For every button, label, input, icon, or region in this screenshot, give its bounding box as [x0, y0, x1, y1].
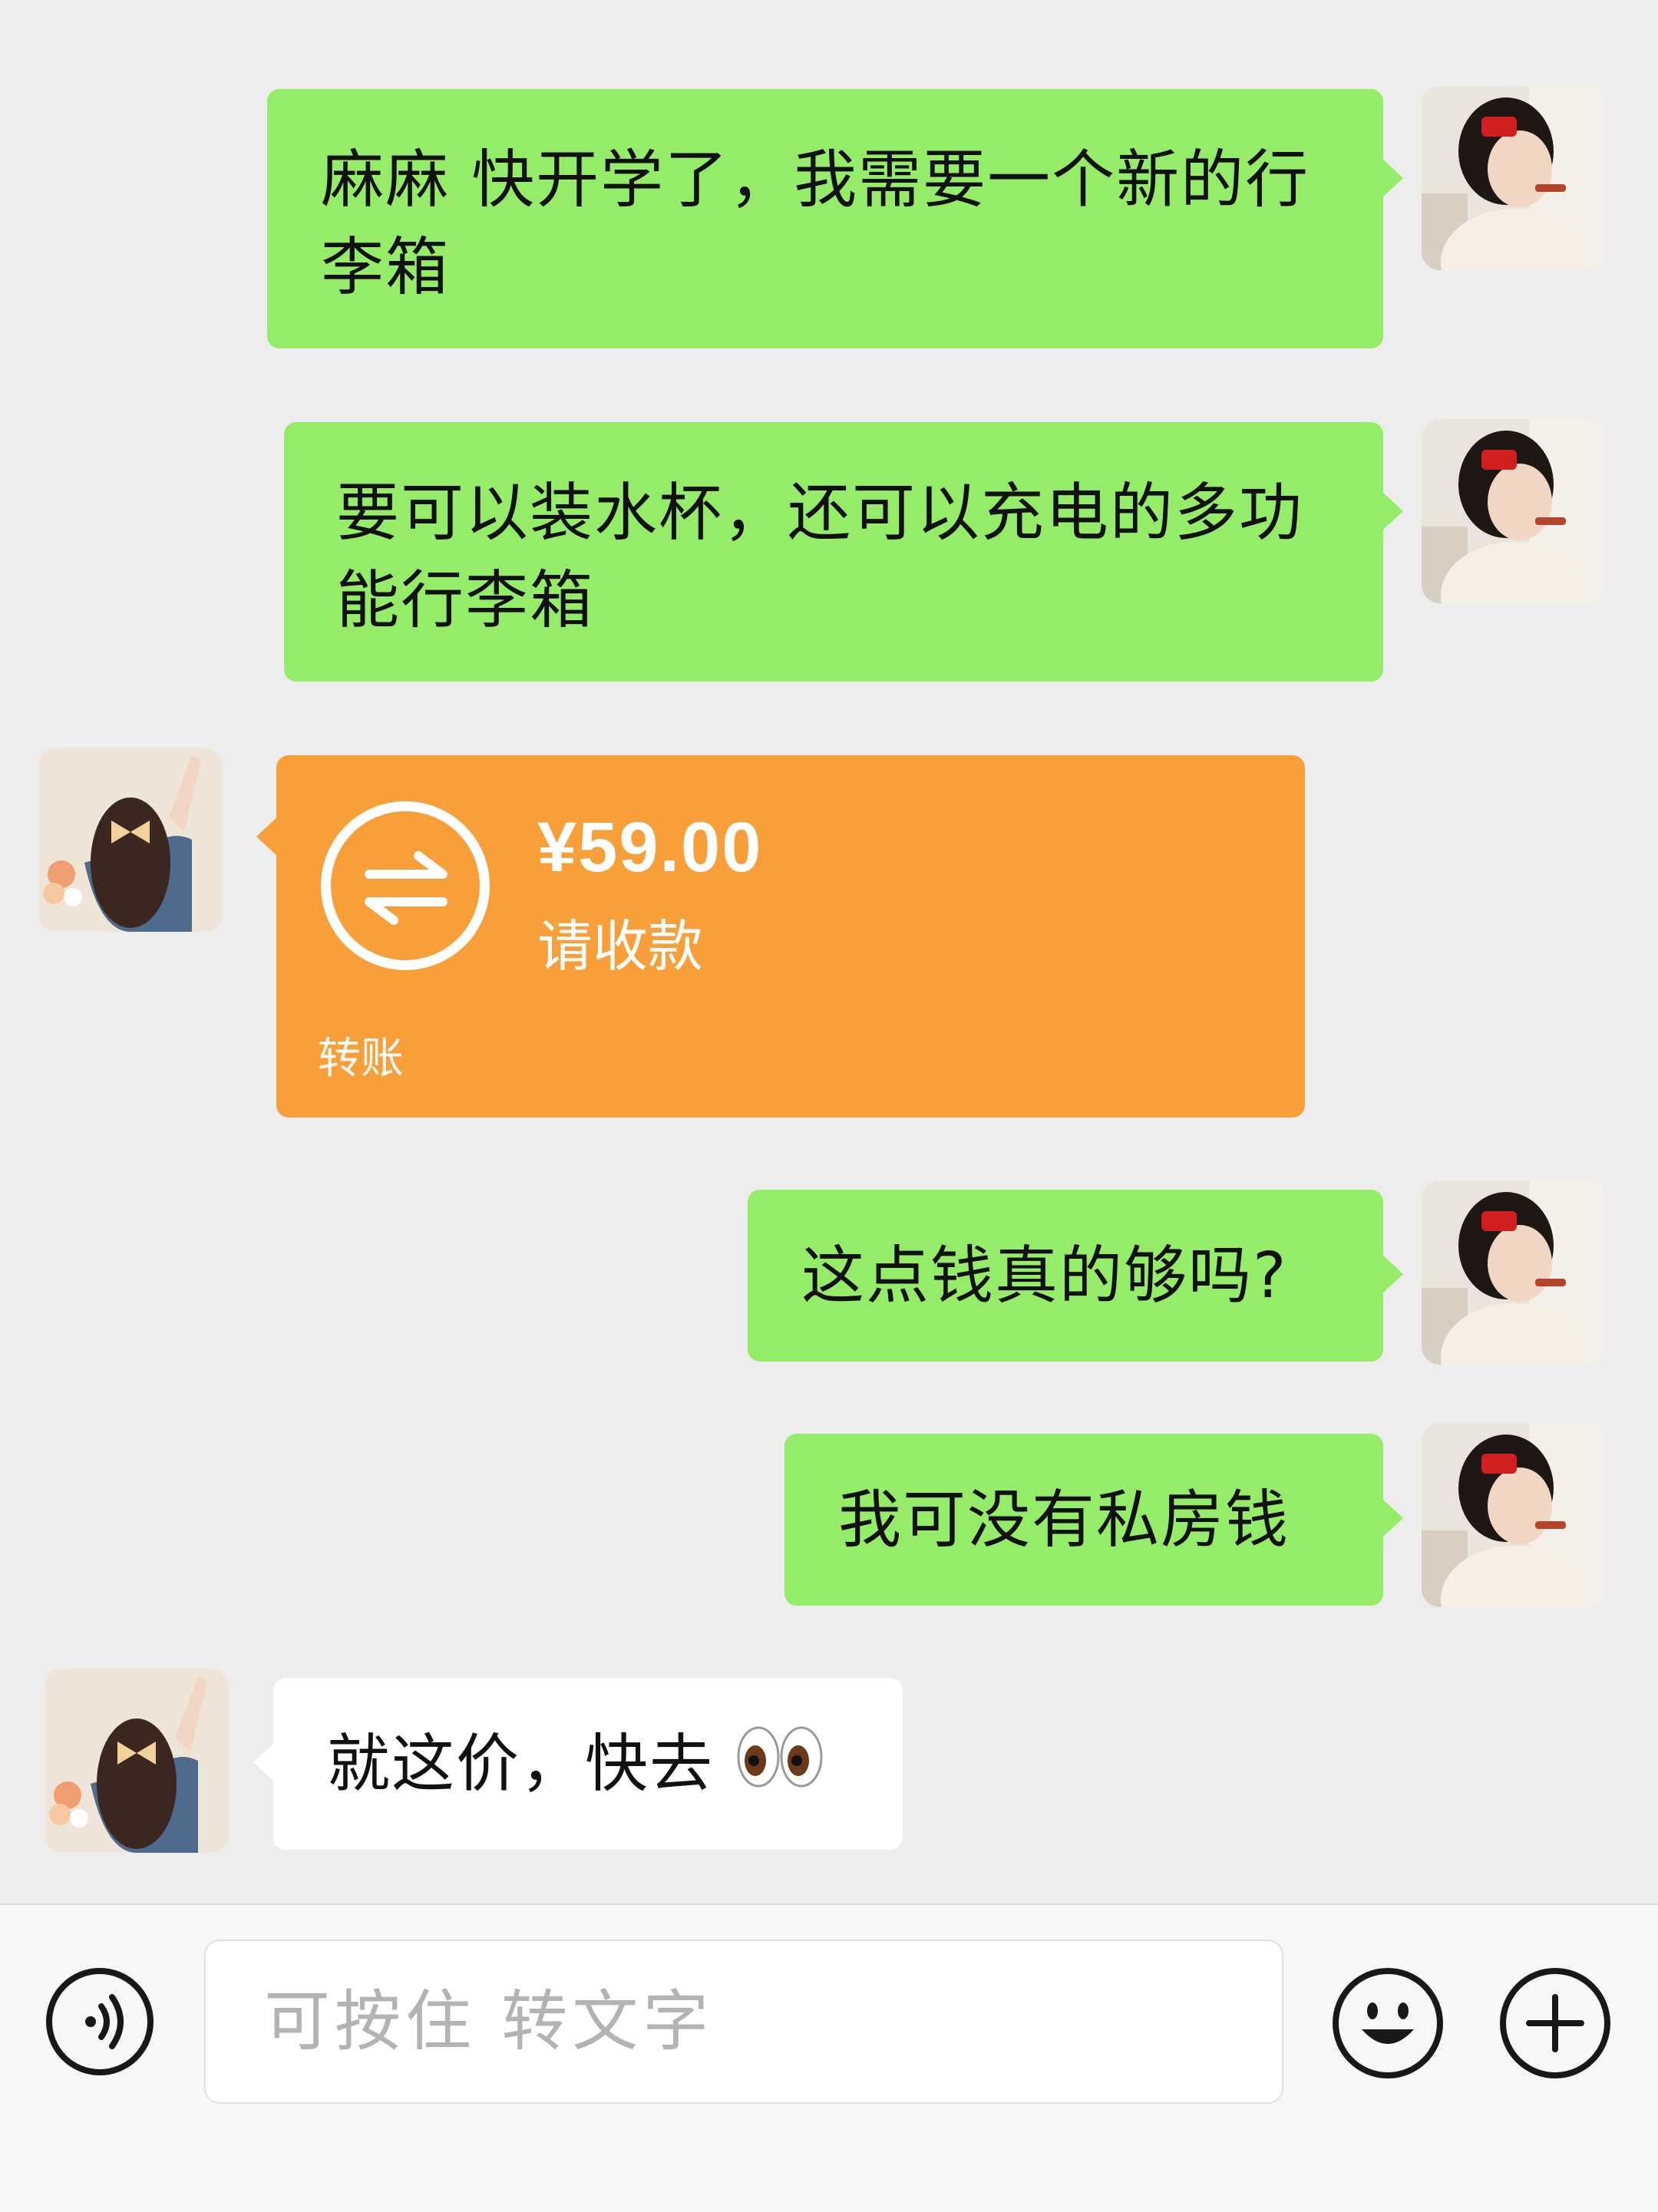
eyes-emoji-icon: [735, 1724, 824, 1813]
my-avatar[interactable]: [1422, 1180, 1606, 1365]
transfer-status: 请收款: [537, 914, 704, 979]
my-avatar[interactable]: [1422, 1423, 1606, 1607]
emoji-button[interactable]: [1333, 1968, 1443, 2078]
message-text-5: 我可没有私房钱: [838, 1484, 1290, 1557]
child-avatar-icon: [1422, 1423, 1606, 1607]
message-input-placeholder: 可按住 转文字: [264, 1983, 714, 2060]
mom-avatar[interactable]: [38, 748, 223, 932]
message-bubble-5[interactable]: 我可没有私房钱: [784, 1434, 1403, 1606]
plus-icon: [1526, 1994, 1584, 2052]
woman-bow-avatar-icon: [45, 1669, 229, 1853]
message-text-2: 要可以装水杯，还可以充电的多功能行李箱: [336, 477, 1304, 637]
message-text-4: 这点钱真的够吗?: [801, 1240, 1288, 1312]
message-bubble-4[interactable]: 这点钱真的够吗?: [748, 1190, 1403, 1362]
my-avatar[interactable]: [1422, 86, 1606, 270]
transfer-label: 转账: [318, 1034, 404, 1084]
message-bubble-6[interactable]: 就这价，快去: [253, 1678, 903, 1850]
message-input[interactable]: 可按住 转文字: [204, 1940, 1283, 2104]
message-text-6: 就这价，快去: [327, 1728, 715, 1801]
transfer-amount: ¥59.00: [537, 808, 763, 886]
message-text-1: 麻麻 快开学了，我需要一个新的行李箱: [321, 144, 1310, 304]
voice-icon: [85, 1994, 124, 2049]
transfer-icon: [321, 801, 490, 970]
transfer-card[interactable]: ¥59.00 请收款 转账: [256, 755, 1305, 1118]
child-avatar-icon: [1422, 419, 1606, 603]
child-avatar-icon: [1422, 86, 1606, 270]
smiley-icon: [1362, 2002, 1414, 2044]
child-avatar-icon: [1422, 1180, 1606, 1365]
my-avatar[interactable]: [1422, 419, 1606, 603]
message-bubble-1[interactable]: 麻麻 快开学了，我需要一个新的行李箱: [267, 89, 1403, 348]
chat-input-bar: 可按住 转文字: [0, 1903, 1658, 2212]
woman-bow-avatar-icon: [38, 748, 223, 932]
voice-button[interactable]: [46, 1968, 154, 2075]
plus-button[interactable]: [1500, 1968, 1610, 2078]
message-bubble-2[interactable]: 要可以装水杯，还可以充电的多功能行李箱: [284, 422, 1403, 682]
mom-avatar[interactable]: [45, 1669, 229, 1853]
